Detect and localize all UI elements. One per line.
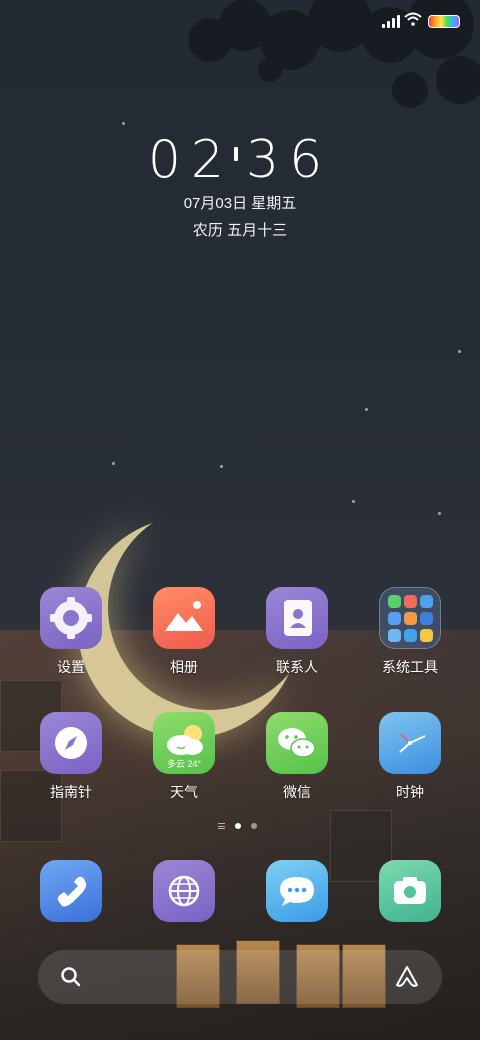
browser-globe-icon (153, 860, 215, 922)
star (352, 500, 355, 503)
clock-widget[interactable]: 02 36 (0, 130, 480, 190)
camera-icon (379, 860, 441, 922)
weather-cloud-icon: 多云 24° (153, 712, 215, 774)
app-label: 相册 (170, 659, 198, 675)
folder-icon (379, 587, 441, 649)
dock-browser[interactable] (134, 860, 234, 922)
dock-messages[interactable] (247, 860, 347, 922)
page-indicator[interactable] (218, 823, 257, 829)
app-settings[interactable]: 设置 (21, 587, 121, 677)
app-label: 指南针 (50, 784, 92, 800)
clock-separator (234, 147, 238, 161)
app-label: 联系人 (276, 659, 318, 675)
app-wechat[interactable]: 微信 (247, 712, 347, 802)
gallery-mountain-icon (153, 587, 215, 649)
app-label: 微信 (283, 784, 311, 800)
signal-icon (382, 14, 402, 28)
lunar-date-text: 农历 五月十三 (192, 222, 288, 239)
star (365, 408, 368, 411)
dock-phone[interactable] (21, 860, 121, 922)
page-menu-icon (218, 823, 225, 829)
star (438, 512, 441, 515)
app-gallery[interactable]: 相册 (134, 587, 234, 677)
star (112, 462, 115, 465)
wifi-icon (404, 12, 422, 26)
clock-minute: 36 (246, 130, 333, 190)
app-weather[interactable]: 多云 24° 天气 (134, 712, 234, 802)
wechat-icon (266, 712, 328, 774)
star (458, 350, 461, 353)
dock-camera[interactable] (360, 860, 460, 922)
assistant-icon[interactable] (394, 964, 420, 990)
app-compass[interactable]: 指南针 (21, 712, 121, 802)
phone-icon (40, 860, 102, 922)
clock-hour: 02 (147, 130, 234, 190)
status-bar (0, 0, 480, 40)
compass-icon (40, 712, 102, 774)
star (122, 122, 125, 125)
battery-icon (428, 15, 460, 28)
app-label: 系统工具 (382, 659, 438, 675)
app-clock[interactable]: 时钟 (360, 712, 460, 802)
settings-gear-icon (40, 587, 102, 649)
messages-icon (266, 860, 328, 922)
app-label: 时钟 (396, 784, 424, 800)
page-dot-1[interactable] (235, 823, 241, 829)
contacts-book-icon (266, 587, 328, 649)
star (220, 465, 223, 468)
search-bar[interactable] (38, 950, 442, 1004)
folder-system-tools[interactable]: 系统工具 (360, 587, 460, 677)
date-text: 07月03日 星期五 (183, 195, 297, 212)
weather-widget-text: 多云 24° (166, 759, 202, 769)
app-label: 设置 (57, 659, 85, 675)
search-icon (61, 967, 81, 987)
clock-icon (379, 712, 441, 774)
app-label: 天气 (170, 784, 198, 800)
page-dot-2[interactable] (251, 823, 257, 829)
app-contacts[interactable]: 联系人 (247, 587, 347, 677)
